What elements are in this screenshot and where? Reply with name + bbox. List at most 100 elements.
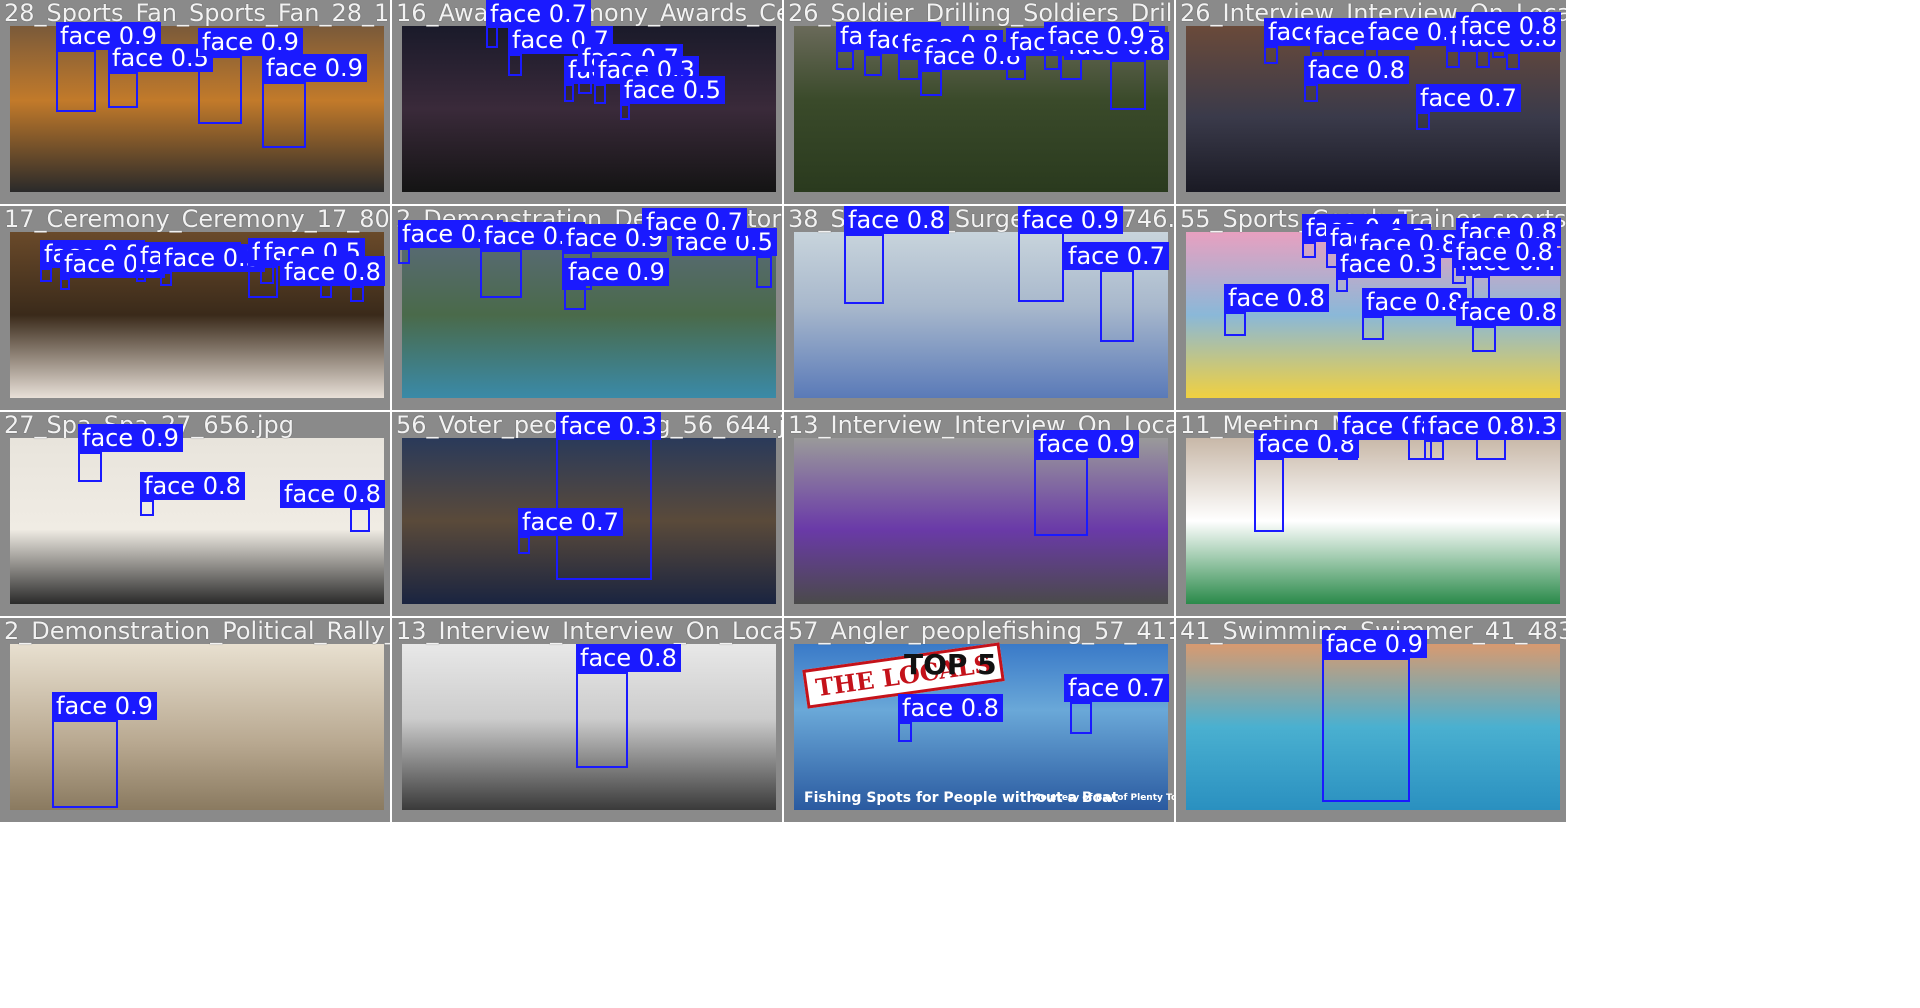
face-confidence-label: face 0.7 — [518, 508, 623, 536]
face-confidence-label: face 0.7 — [486, 0, 591, 28]
face-confidence-label: face 0.8 — [280, 480, 385, 508]
face-confidence-label: face 0.8 — [844, 206, 949, 234]
face-confidence-label: face 0.7 — [1064, 674, 1169, 702]
face-confidence-label: face 0.8 — [576, 644, 681, 672]
face-confidence-label: face 0.8 — [1362, 288, 1467, 316]
face-confidence-label: face 0.7 — [1416, 84, 1521, 112]
top5-badge: TOP 5 — [904, 648, 997, 681]
face-bounding-box — [1304, 84, 1318, 102]
face-bounding-box — [1110, 60, 1146, 110]
face-confidence-label: face 0.8 — [140, 472, 245, 500]
face-confidence-label: face 0.9 — [1034, 430, 1139, 458]
face-bounding-box — [864, 54, 882, 76]
face-bounding-box — [1070, 702, 1092, 734]
face-bounding-box — [1100, 270, 1134, 342]
result-tile: 17_Ceremony_Ceremony_17_803.jpgface 0.8f… — [0, 206, 390, 410]
face-bounding-box — [1476, 50, 1490, 68]
face-bounding-box — [486, 26, 498, 48]
face-confidence-label: face 0.9 — [78, 424, 183, 452]
face-confidence-label: face 0.5 — [620, 76, 725, 104]
face-confidence-label: face 0.8 — [1456, 12, 1561, 40]
face-confidence-label: face 0.9 — [1018, 206, 1123, 234]
scene-photo — [794, 438, 1168, 604]
result-tile: 13_Interview_Interview_On_Location...fac… — [392, 618, 782, 822]
scene-photo — [10, 438, 384, 604]
result-tile: 38_Surgeons_Surgeons_38_746.jpg face 0.8 f… — [784, 206, 1174, 410]
face-bounding-box — [320, 284, 332, 298]
face-bounding-box — [1302, 242, 1316, 258]
result-tile: 26_Soldier_Drilling_Soldiers_Drilling_26… — [784, 0, 1174, 204]
face-bounding-box — [350, 286, 364, 302]
face-confidence-label: face 0.7 — [1064, 242, 1169, 270]
result-tile: 55_Sports_Coach_Trainer_sports...face 0.… — [1176, 206, 1566, 410]
face-bounding-box — [108, 72, 138, 108]
face-bounding-box — [56, 50, 96, 112]
result-tile: 57_Angler_peoplefishing_57_411.jpgTHE LO… — [784, 618, 1174, 822]
face-confidence-label: face 0.7 — [642, 208, 747, 236]
face-bounding-box — [1224, 312, 1246, 336]
detection-grid: 28_Sports_Fan_Sports_Fan_28_165.jpgface … — [0, 0, 1920, 1008]
face-confidence-label: face 0.9 — [564, 258, 669, 286]
face-bounding-box — [836, 50, 854, 70]
result-tile: 26_Interview_Interview_On_Location...fac… — [1176, 0, 1566, 204]
face-bounding-box — [1322, 658, 1410, 802]
face-bounding-box — [52, 720, 118, 808]
face-bounding-box — [844, 234, 884, 304]
face-bounding-box — [1506, 52, 1520, 70]
face-confidence-label: face 0.9 — [262, 54, 367, 82]
face-bounding-box — [594, 84, 606, 104]
face-confidence-label: face 0.8 — [280, 258, 385, 286]
face-bounding-box — [564, 84, 574, 102]
face-bounding-box — [1034, 458, 1088, 536]
face-bounding-box — [756, 256, 772, 288]
tile-filename: 17_Ceremony_Ceremony_17_803.jpg — [4, 206, 390, 233]
face-bounding-box — [60, 278, 70, 290]
face-bounding-box — [480, 250, 522, 298]
face-bounding-box — [398, 248, 410, 264]
face-confidence-label: face 0.8 — [1452, 238, 1557, 266]
face-confidence-label: face 0.9 — [1044, 22, 1149, 50]
face-bounding-box — [564, 286, 586, 310]
face-bounding-box — [1446, 50, 1460, 68]
scene-photo — [1186, 438, 1560, 604]
face-bounding-box — [1254, 458, 1284, 532]
face-confidence-label: face 0.8 — [1456, 298, 1561, 326]
result-tile: 13_Interview_Interview_On_Location...fac… — [784, 412, 1174, 616]
face-bounding-box — [1336, 278, 1348, 292]
result-tile: 16_Award_Ceremony_Awards_Ceremony_16_191… — [392, 0, 782, 204]
face-bounding-box — [898, 722, 912, 742]
face-confidence-label: face 0.8 — [1304, 56, 1409, 84]
tile-filename: 57_Angler_peoplefishing_57_411.jpg — [788, 618, 1174, 645]
face-confidence-label: face 0.8 — [898, 694, 1003, 722]
face-bounding-box — [1264, 46, 1278, 64]
tile-filename: 13_Interview_Interview_On_Location... — [396, 618, 782, 645]
result-tile: 41_Swimming_Swimmer_41_483.jpgface 0.9 — [1176, 618, 1566, 822]
face-bounding-box — [78, 452, 102, 482]
face-confidence-label: face 0.3 — [1336, 250, 1441, 278]
face-bounding-box — [518, 536, 530, 554]
face-bounding-box — [262, 82, 306, 148]
face-bounding-box — [140, 500, 154, 516]
face-bounding-box — [576, 672, 628, 768]
face-bounding-box — [620, 104, 630, 120]
result-tile: 56_Voter_peoplevoting_56_644.jpgface 0.3… — [392, 412, 782, 616]
face-bounding-box — [898, 58, 920, 80]
face-bounding-box — [1018, 232, 1064, 302]
face-bounding-box — [920, 70, 942, 96]
face-confidence-label: face 0.9 — [52, 692, 157, 720]
fishing-credit: Courtesy of Bay of Plenty Tourism — [1034, 793, 1174, 803]
result-tile: 2_Demonstration_Demonstrators_2_488.jpgf… — [392, 206, 782, 410]
face-bounding-box — [40, 268, 52, 282]
result-tile: 28_Sports_Fan_Sports_Fan_28_165.jpgface … — [0, 0, 390, 204]
face-bounding-box — [1424, 440, 1444, 460]
tile-filename: 2_Demonstration_Political_Rally_2_884.jp… — [4, 618, 390, 645]
face-bounding-box — [1362, 316, 1384, 340]
face-confidence-label: face 0.9 — [198, 28, 303, 56]
result-tile: 11_Meeting_Meeting...face 0.8face 0.8fac… — [1176, 412, 1566, 616]
face-confidence-label: face 0.3 — [556, 412, 661, 440]
result-tile: 27_Spa_Spa_27_656.jpgface 0.9face 0.8fac… — [0, 412, 390, 616]
face-confidence-label: face 0.9 — [1322, 630, 1427, 658]
face-bounding-box — [1472, 276, 1490, 300]
face-bounding-box — [1416, 112, 1430, 130]
face-bounding-box — [508, 54, 522, 76]
